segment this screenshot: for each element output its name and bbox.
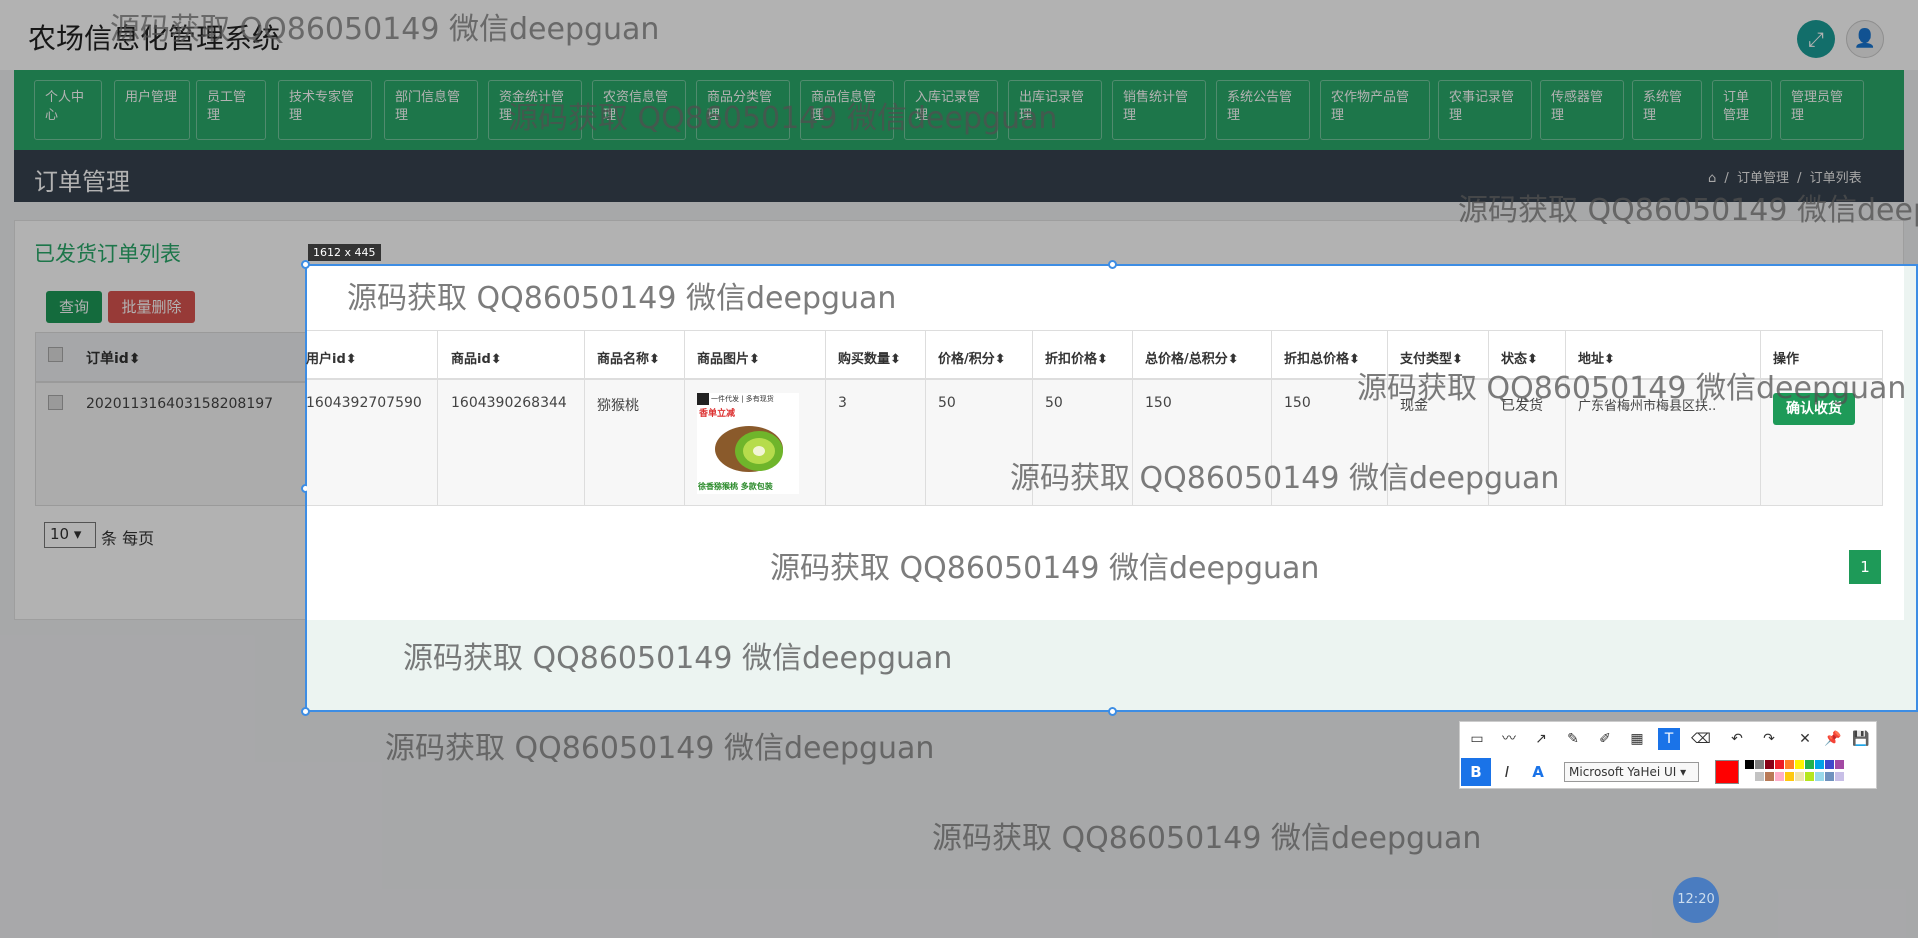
column-header-product-id[interactable]: 商品id⬍ (451, 348, 502, 367)
column-header-user-id[interactable]: 用户id⬍ (306, 348, 357, 367)
palette-swatch[interactable] (1755, 760, 1764, 769)
palette-swatch[interactable] (1825, 760, 1834, 769)
pagination-page-1[interactable]: 1 (1849, 550, 1881, 584)
cell-price: 50 (938, 395, 956, 411)
close-icon[interactable]: ✕ (1794, 728, 1816, 750)
cell-total-price: 150 (1145, 395, 1172, 411)
watermark: 源码获取 QQ86050149 微信deepguan (508, 101, 1058, 136)
product-image: 一件代发 | 多有现货 香单立减 徐香猕猴桃 多款包装 (697, 393, 799, 494)
palette-swatch[interactable] (1755, 772, 1764, 781)
watermark: 源码获取 QQ86050149 微信deepguan (770, 551, 1320, 586)
column-header-discount-price[interactable]: 折扣价格⬍ (1045, 348, 1108, 367)
column-divider (584, 330, 585, 506)
image-top-text: 一件代发 | 多有现货 (711, 395, 774, 403)
column-header-price[interactable]: 价格/积分⬍ (938, 348, 1006, 367)
clock-widget: 12:20 (1673, 877, 1719, 923)
image-bottom-text: 徐香猕猴桃 多款包装 (698, 482, 773, 491)
rectangle-tool-icon[interactable]: ▭ (1466, 728, 1488, 750)
column-header-total-price[interactable]: 总价格/总积分⬍ (1145, 348, 1239, 367)
pin-icon[interactable]: 📌 (1822, 728, 1844, 750)
current-color-swatch[interactable] (1715, 760, 1739, 784)
column-divider (825, 330, 826, 506)
palette-swatch[interactable] (1815, 760, 1824, 769)
column-divider (437, 330, 438, 506)
resize-handle[interactable] (301, 707, 310, 716)
column-divider (1760, 330, 1761, 506)
palette-swatch[interactable] (1785, 772, 1794, 781)
palette-swatch[interactable] (1745, 772, 1754, 781)
column-header-product-name[interactable]: 商品名称⬍ (597, 348, 660, 367)
undo-icon[interactable]: ↶ (1726, 728, 1748, 750)
resize-handle[interactable] (1108, 260, 1117, 269)
palette-swatch[interactable] (1825, 772, 1834, 781)
palette-swatch[interactable] (1765, 760, 1774, 769)
watermark: 源码获取 QQ86050149 微信deepguan (385, 731, 935, 766)
watermark: 源码获取 QQ86050149 微信deepguan (1357, 371, 1907, 406)
column-header-quantity[interactable]: 购买数量⬍ (838, 348, 901, 367)
cell-user-id: 1604392707590 (306, 395, 422, 411)
column-divider (1882, 330, 1883, 506)
mosaic-tool-icon[interactable]: ▦ (1626, 728, 1648, 750)
column-divider (1565, 330, 1566, 506)
palette-swatch[interactable] (1775, 772, 1784, 781)
column-header-discount-total[interactable]: 折扣总价格⬍ (1284, 348, 1360, 367)
text-tool-icon[interactable]: T (1658, 728, 1680, 750)
cell-quantity: 3 (838, 395, 847, 411)
palette-swatch[interactable] (1805, 760, 1814, 769)
marker-tool-icon[interactable]: ✐ (1594, 728, 1616, 750)
watermark: 源码获取 QQ86050149 微信deepguan (1010, 461, 1560, 496)
palette-swatch[interactable] (1745, 760, 1754, 769)
palette-swatch[interactable] (1805, 772, 1814, 781)
annotation-toolbar: ▭ 〰 ↗ ✎ ✐ ▦ T ⌫ ↶ ↷ ✕ 📌 💾 ⎘ B I A Micros… (1459, 721, 1877, 789)
palette-swatch[interactable] (1815, 772, 1824, 781)
watermark: 源码获取 QQ86050149 微信deepguan (403, 641, 953, 676)
bold-button[interactable]: B (1461, 758, 1491, 786)
freehand-tool-icon[interactable]: 〰 (1498, 728, 1520, 750)
palette-swatch[interactable] (1835, 772, 1844, 781)
watermark: 源码获取 QQ86050149 微信deepguan (347, 281, 897, 316)
font-select[interactable]: Microsoft YaHei UI ▾ (1564, 762, 1699, 782)
eraser-tool-icon[interactable]: ⌫ (1690, 728, 1712, 750)
pen-tool-icon[interactable]: ✎ (1562, 728, 1584, 750)
cell-product-id: 1604390268344 (451, 395, 567, 411)
palette-swatch[interactable] (1785, 760, 1794, 769)
resize-handle[interactable] (301, 260, 310, 269)
palette-swatch[interactable] (1775, 760, 1784, 769)
cell-discount-price: 50 (1045, 395, 1063, 411)
resize-handle[interactable] (1108, 707, 1117, 716)
palette-swatch[interactable] (1835, 760, 1844, 769)
watermark: 源码获取 QQ86050149 微信deepguan (932, 821, 1482, 856)
capture-size-label: 1612 x 445 (308, 244, 381, 261)
redo-icon[interactable]: ↷ (1758, 728, 1780, 750)
cell-product-name: 猕猴桃 (597, 398, 639, 414)
palette-swatch[interactable] (1795, 760, 1804, 769)
image-badge: 香单立减 (699, 409, 736, 419)
column-header-product-image[interactable]: 商品图片⬍ (697, 348, 760, 367)
palette-swatch[interactable] (1765, 772, 1774, 781)
column-divider (925, 330, 926, 506)
watermark: 源码获取 QQ86050149 微信deepguan (110, 12, 660, 47)
outline-text-button[interactable]: A (1523, 758, 1553, 786)
italic-button[interactable]: I (1492, 758, 1522, 786)
arrow-tool-icon[interactable]: ↗ (1530, 728, 1552, 750)
column-divider (684, 330, 685, 506)
save-icon[interactable]: 💾 (1850, 728, 1872, 750)
palette-swatch[interactable] (1795, 772, 1804, 781)
watermark: 源码获取 QQ86050149 微信deepguan (1458, 193, 1918, 228)
cell-discount-total: 150 (1284, 395, 1311, 411)
